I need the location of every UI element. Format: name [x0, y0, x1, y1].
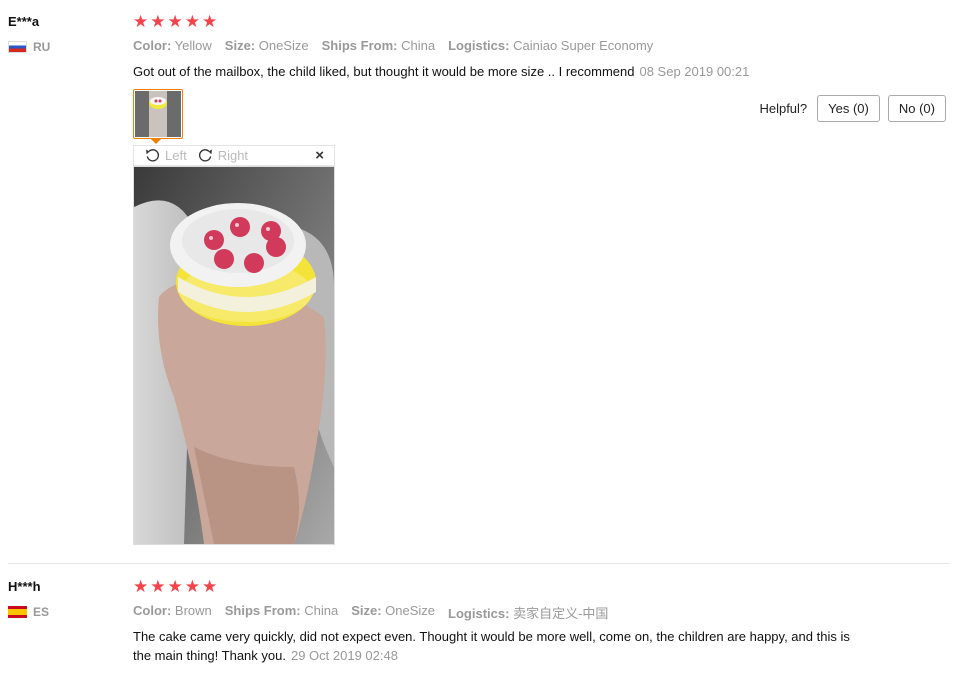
rotate-left-button[interactable]: Left — [144, 147, 187, 164]
close-viewer-button[interactable]: × — [315, 147, 324, 164]
review-date: 29 Oct 2019 02:48 — [290, 648, 398, 663]
star-rating: ★ ★ ★ ★ ★ — [133, 13, 217, 30]
helpful-vote: Helpful? Yes (0) No (0) — [759, 95, 946, 122]
prop-ships-from: Ships From: China — [321, 38, 436, 53]
reviewer-country: RU — [8, 40, 50, 54]
review-text: The cake came very quickly, did not expe… — [133, 627, 853, 665]
star-icon: ★ — [167, 12, 183, 31]
thumbnail-pointer — [150, 138, 162, 144]
country-code: ES — [33, 605, 50, 619]
review-date: 08 Sep 2019 00:21 — [639, 64, 750, 79]
order-properties: Color: Brown Ships From: China Size: One… — [133, 603, 608, 622]
helpful-label: Helpful? — [759, 101, 808, 116]
prop-color: Color: Brown — [133, 603, 212, 618]
star-icon: ★ — [202, 577, 218, 596]
cake-photo-image — [134, 167, 334, 544]
helpful-yes-button[interactable]: Yes (0) — [817, 95, 880, 122]
star-icon: ★ — [167, 577, 183, 596]
star-icon: ★ — [150, 12, 166, 31]
review-photo-thumbnail[interactable] — [133, 89, 183, 139]
reviewer-country: ES — [8, 605, 49, 619]
country-code: RU — [33, 40, 51, 54]
review-divider — [8, 563, 950, 564]
thumbnail-image — [135, 91, 181, 137]
rotate-right-icon — [198, 149, 212, 162]
star-icon: ★ — [202, 12, 218, 31]
rotate-left-label: Left — [165, 148, 187, 163]
star-rating: ★ ★ ★ ★ ★ — [133, 578, 217, 595]
review-body: Got out of the mailbox, the child liked,… — [133, 64, 635, 79]
review-body: The cake came very quickly, did not expe… — [133, 629, 850, 663]
prop-logistics: Logistics: Cainiao Super Economy — [448, 38, 654, 53]
prop-size: Size: OneSize — [224, 38, 309, 53]
star-icon: ★ — [133, 12, 149, 31]
rotate-left-icon — [146, 149, 159, 162]
star-icon: ★ — [184, 12, 200, 31]
reviewer-name: E***a — [8, 14, 40, 29]
russia-flag-icon — [8, 41, 27, 53]
prop-ships-from: Ships From: China — [224, 603, 339, 618]
review-photo-large — [133, 166, 335, 545]
order-properties: Color: Yellow Size: OneSize Ships From: … — [133, 38, 653, 53]
helpful-no-button[interactable]: No (0) — [887, 95, 946, 122]
star-icon: ★ — [184, 577, 200, 596]
prop-color: Color: Yellow — [133, 38, 212, 53]
review-text: Got out of the mailbox, the child liked,… — [133, 62, 853, 81]
rotate-right-button[interactable]: Right — [197, 147, 248, 164]
reviewer-name: H***h — [8, 579, 41, 594]
spain-flag-icon — [8, 606, 27, 618]
prop-size: Size: OneSize — [351, 603, 436, 618]
star-icon: ★ — [150, 577, 166, 596]
photo-viewer-toolbar: Left Right × — [133, 145, 335, 166]
star-icon: ★ — [133, 577, 149, 596]
rotate-right-label: Right — [217, 148, 249, 163]
prop-logistics: Logistics: 卖家自定义-中国 — [448, 606, 609, 621]
